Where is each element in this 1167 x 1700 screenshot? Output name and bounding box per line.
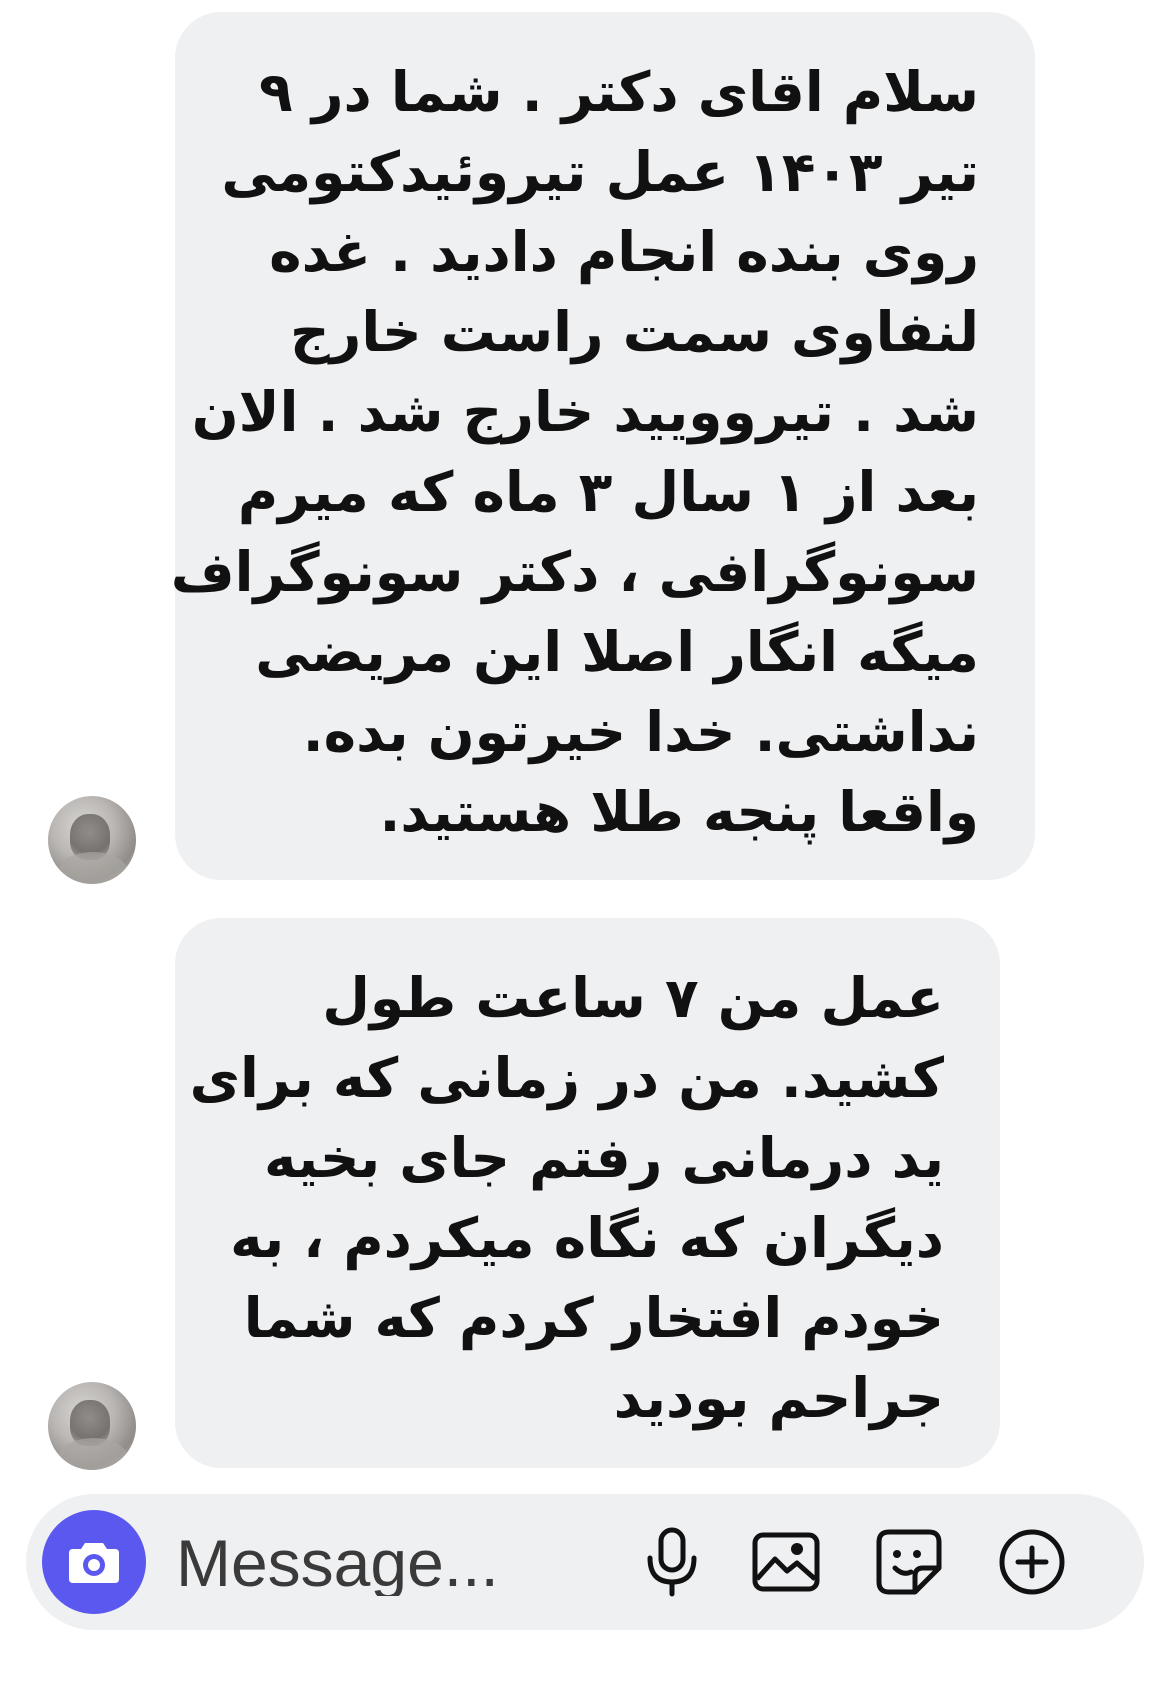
sticker-icon — [876, 1529, 942, 1595]
more-button[interactable] — [994, 1524, 1070, 1600]
message-line: جراحم بودید — [613, 1366, 944, 1430]
microphone-button[interactable] — [634, 1524, 710, 1600]
message-composer — [26, 1494, 1144, 1630]
message-line: عمل من ۷ ساعت طول — [322, 966, 944, 1030]
microphone-icon — [647, 1527, 697, 1597]
message-bubble[interactable]: عمل من ۷ ساعت طول کشید. من در زمانی که ب… — [175, 918, 1000, 1468]
message-line: کشید. من در زمانی که برای — [189, 1046, 944, 1110]
message-line: میگه انگار اصلا این مریضی — [255, 620, 979, 684]
message-line: بعد از ۱ سال ۳ ماه که میرم — [237, 460, 979, 524]
message-line: دیگران که نگاه میکردم ، به — [230, 1206, 944, 1270]
image-icon — [752, 1532, 820, 1592]
message-line: سونوگرافی ، دکتر سونوگراف — [170, 540, 979, 604]
plus-circle-icon — [999, 1529, 1065, 1595]
camera-button[interactable] — [42, 1510, 146, 1614]
sender-avatar[interactable] — [48, 796, 136, 884]
gallery-button[interactable] — [748, 1524, 824, 1600]
message-line: شد . تیروویید خارج شد . الان — [191, 380, 979, 444]
message-line: روی بنده انجام دادید . غده — [269, 220, 979, 284]
sticker-button[interactable] — [871, 1524, 947, 1600]
camera-icon — [69, 1543, 119, 1583]
message-line: ید درمانی رفتم جای بخیه — [264, 1126, 944, 1190]
message-line: واقعا پنجه طلا هستید. — [379, 780, 979, 844]
message-line: لنفاوی سمت راست خارج — [290, 300, 979, 364]
message-line: خودم افتخار کردم که شما — [243, 1286, 944, 1350]
message-input[interactable] — [176, 1530, 596, 1596]
message-line: سلام اقای دکتر . شما در ۹ — [259, 60, 979, 124]
message-bubble[interactable]: سلام اقای دکتر . شما در ۹ تیر ۱۴۰۳ عمل ت… — [170, 12, 1035, 880]
sender-avatar[interactable] — [48, 1382, 136, 1470]
message-line: تیر ۱۴۰۳ عمل تیروئیدکتومی — [221, 140, 979, 204]
message-line: نداشتی. خدا خیرتون بده. — [302, 700, 979, 764]
